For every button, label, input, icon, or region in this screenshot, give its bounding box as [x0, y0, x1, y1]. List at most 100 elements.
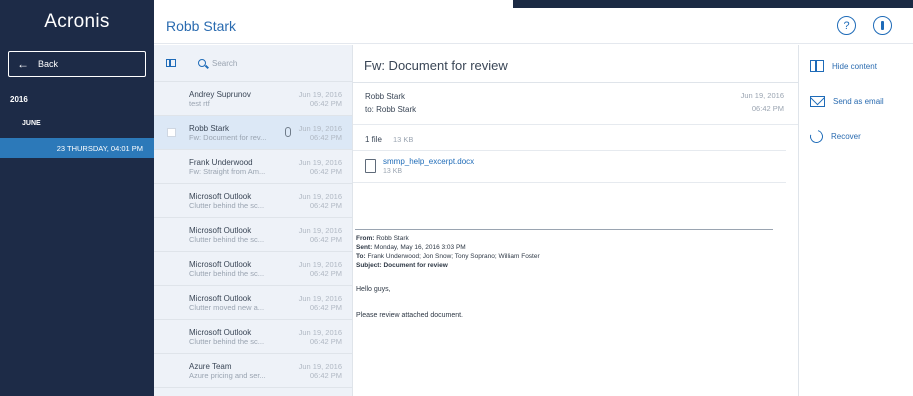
list-item-preview: Azure pricing and ser... — [189, 371, 266, 380]
list-item-sender: Azure Team — [189, 362, 232, 371]
body-greeting: Hello guys, — [356, 286, 391, 293]
quote-from: From: Robb Stark — [356, 235, 409, 242]
list-item[interactable]: Andrey Suprunov test rtf Jun 19, 2016 06… — [154, 82, 352, 116]
attachment-link[interactable]: smmp_help_excerpt.docx — [383, 157, 474, 166]
hide-content-label: Hide content — [832, 61, 877, 71]
back-button[interactable]: ← Back — [8, 51, 146, 77]
message-to: to: Robb Stark — [365, 105, 417, 114]
checkbox[interactable] — [167, 128, 176, 137]
quote-subject: Subject: Document for review — [356, 262, 448, 269]
list-toolbar: Search — [154, 45, 352, 82]
quote-from-value: Robb Stark — [376, 235, 409, 242]
list-item-date: Jun 19, 2016 — [298, 362, 342, 371]
divider — [353, 82, 798, 83]
list-item-date: Jun 19, 2016 — [298, 192, 342, 201]
list-item[interactable]: Microsoft Outlook Clutter behind the sc.… — [154, 218, 352, 252]
list-item-sender: Microsoft Outlook — [189, 294, 252, 303]
quote-sent: Sent: Monday, May 16, 2016 3:03 PM — [356, 244, 466, 251]
list-item-date: Jun 19, 2016 — [298, 158, 342, 167]
app-window: Acronis ← Back 2016 JUNE 23 THURSDAY, 04… — [0, 0, 913, 396]
list-item[interactable]: Azure Team Azure pricing and ser... Jun … — [154, 354, 352, 388]
recover-button[interactable]: Recover — [807, 127, 861, 146]
quote-from-label: From: — [356, 235, 375, 242]
list-item-time: 06:42 PM — [309, 201, 342, 210]
list-item[interactable]: Microsoft Outlook Clutter moved new a...… — [154, 286, 352, 320]
list-item-sender: Microsoft Outlook — [189, 260, 252, 269]
divider — [353, 182, 786, 183]
message-time: 06:42 PM — [751, 104, 784, 113]
hide-content-icon — [810, 60, 824, 72]
document-icon — [365, 159, 376, 173]
acronis-logo: Acronis — [44, 11, 110, 32]
quote-to: To: Frank Underwood; Jon Snow; Tony Sopr… — [356, 253, 540, 260]
quote-subject-label: Subject: — [356, 262, 382, 269]
paperclip-icon — [285, 127, 291, 137]
list-item-time: 06:42 PM — [309, 269, 342, 278]
toggle-panel-icon[interactable] — [166, 59, 176, 67]
message-from: Robb Stark — [365, 92, 406, 101]
back-label: Back — [38, 59, 59, 69]
list-item-sender: Andrey Suprunov — [189, 90, 251, 99]
actions-panel: Hide content Send as email Recover — [798, 45, 913, 396]
list-item-time: 06:42 PM — [309, 99, 342, 108]
list-item-preview: Clutter behind the sc... — [189, 337, 265, 346]
attachments-count: 1 file — [365, 135, 382, 144]
account-icon[interactable] — [873, 16, 892, 35]
list-item-sender: Microsoft Outlook — [189, 192, 252, 201]
attachment-size: 13 KB — [383, 168, 403, 175]
search-icon — [198, 59, 206, 67]
arrow-left-icon: ← — [17, 57, 29, 71]
list-item-date: Jun 19, 2016 — [298, 226, 342, 235]
list-item-preview: Clutter behind the sc... — [189, 235, 265, 244]
message-subject: Fw: Document for review — [364, 58, 508, 73]
list-item[interactable]: Microsoft Outlook Clutter behind the sc.… — [154, 320, 352, 354]
list-item-preview: Fw: Straight from Am... — [189, 167, 266, 176]
mailbox-title: Robb Stark — [166, 18, 237, 34]
list-item-time: 06:42 PM — [309, 235, 342, 244]
list-item-preview: test rtf — [189, 99, 210, 108]
list-item-date: Jun 19, 2016 — [298, 294, 342, 303]
tree-item-year[interactable]: 2016 — [10, 95, 28, 104]
tree-item-month[interactable]: JUNE — [22, 120, 41, 127]
list-item[interactable]: Microsoft Outlook Clutter behind the sc.… — [154, 252, 352, 286]
list-item-preview: Clutter behind the sc... — [189, 201, 265, 210]
attachments-size: 13 KB — [393, 135, 414, 144]
quote-separator — [355, 229, 773, 230]
list-item-date: Jun 19, 2016 — [298, 124, 342, 133]
quote-sent-value: Monday, May 16, 2016 3:03 PM — [374, 244, 466, 251]
quote-to-label: To: — [356, 253, 366, 260]
sidebar: Acronis ← Back 2016 JUNE 23 THURSDAY, 04… — [0, 0, 154, 396]
top-header: Robb Stark ? — [154, 8, 913, 44]
list-item-sender: Microsoft Outlook — [189, 226, 252, 235]
list-item-sender: Frank Underwood — [189, 158, 253, 167]
list-item-date: Jun 19, 2016 — [298, 90, 342, 99]
list-item-time: 06:42 PM — [309, 133, 342, 142]
list-item-date: Jun 19, 2016 — [298, 260, 342, 269]
list-item-date: Jun 19, 2016 — [298, 328, 342, 337]
top-strip — [513, 0, 913, 8]
search-input[interactable]: Search — [198, 59, 237, 68]
list-item-sender: Microsoft Outlook — [189, 328, 252, 337]
list-item[interactable]: Frank Underwood Fw: Straight from Am... … — [154, 150, 352, 184]
send-as-email-button[interactable]: Send as email — [810, 96, 884, 107]
account-icon-glyph — [881, 21, 884, 30]
list-item-preview: Fw: Document for rev... — [189, 133, 267, 142]
divider — [353, 124, 798, 125]
hide-content-button[interactable]: Hide content — [810, 60, 877, 72]
message-date: Jun 19, 2016 — [740, 91, 784, 100]
list-item-preview: Clutter moved new a... — [189, 303, 265, 312]
tree-item-day-selected[interactable]: 23 THURSDAY, 04:01 PM — [0, 138, 154, 158]
quote-to-value: Frank Underwood; Jon Snow; Tony Soprano;… — [367, 253, 540, 260]
list-item[interactable]: Microsoft Outlook Clutter behind the sc.… — [154, 184, 352, 218]
list-item-preview: Clutter behind the sc... — [189, 269, 265, 278]
recover-icon — [807, 127, 826, 146]
tree-item-day-label: 23 THURSDAY, 04:01 PM — [56, 143, 143, 153]
quote-sent-label: Sent: — [356, 244, 373, 251]
list-item-selected[interactable]: Robb Stark Fw: Document for rev... Jun 1… — [154, 116, 352, 150]
recover-label: Recover — [831, 132, 861, 141]
body-text: Please review attached document. — [356, 312, 464, 319]
divider — [353, 150, 786, 151]
help-icon[interactable]: ? — [837, 16, 856, 35]
list-item-time: 06:42 PM — [309, 371, 342, 380]
send-as-email-label: Send as email — [833, 97, 884, 106]
